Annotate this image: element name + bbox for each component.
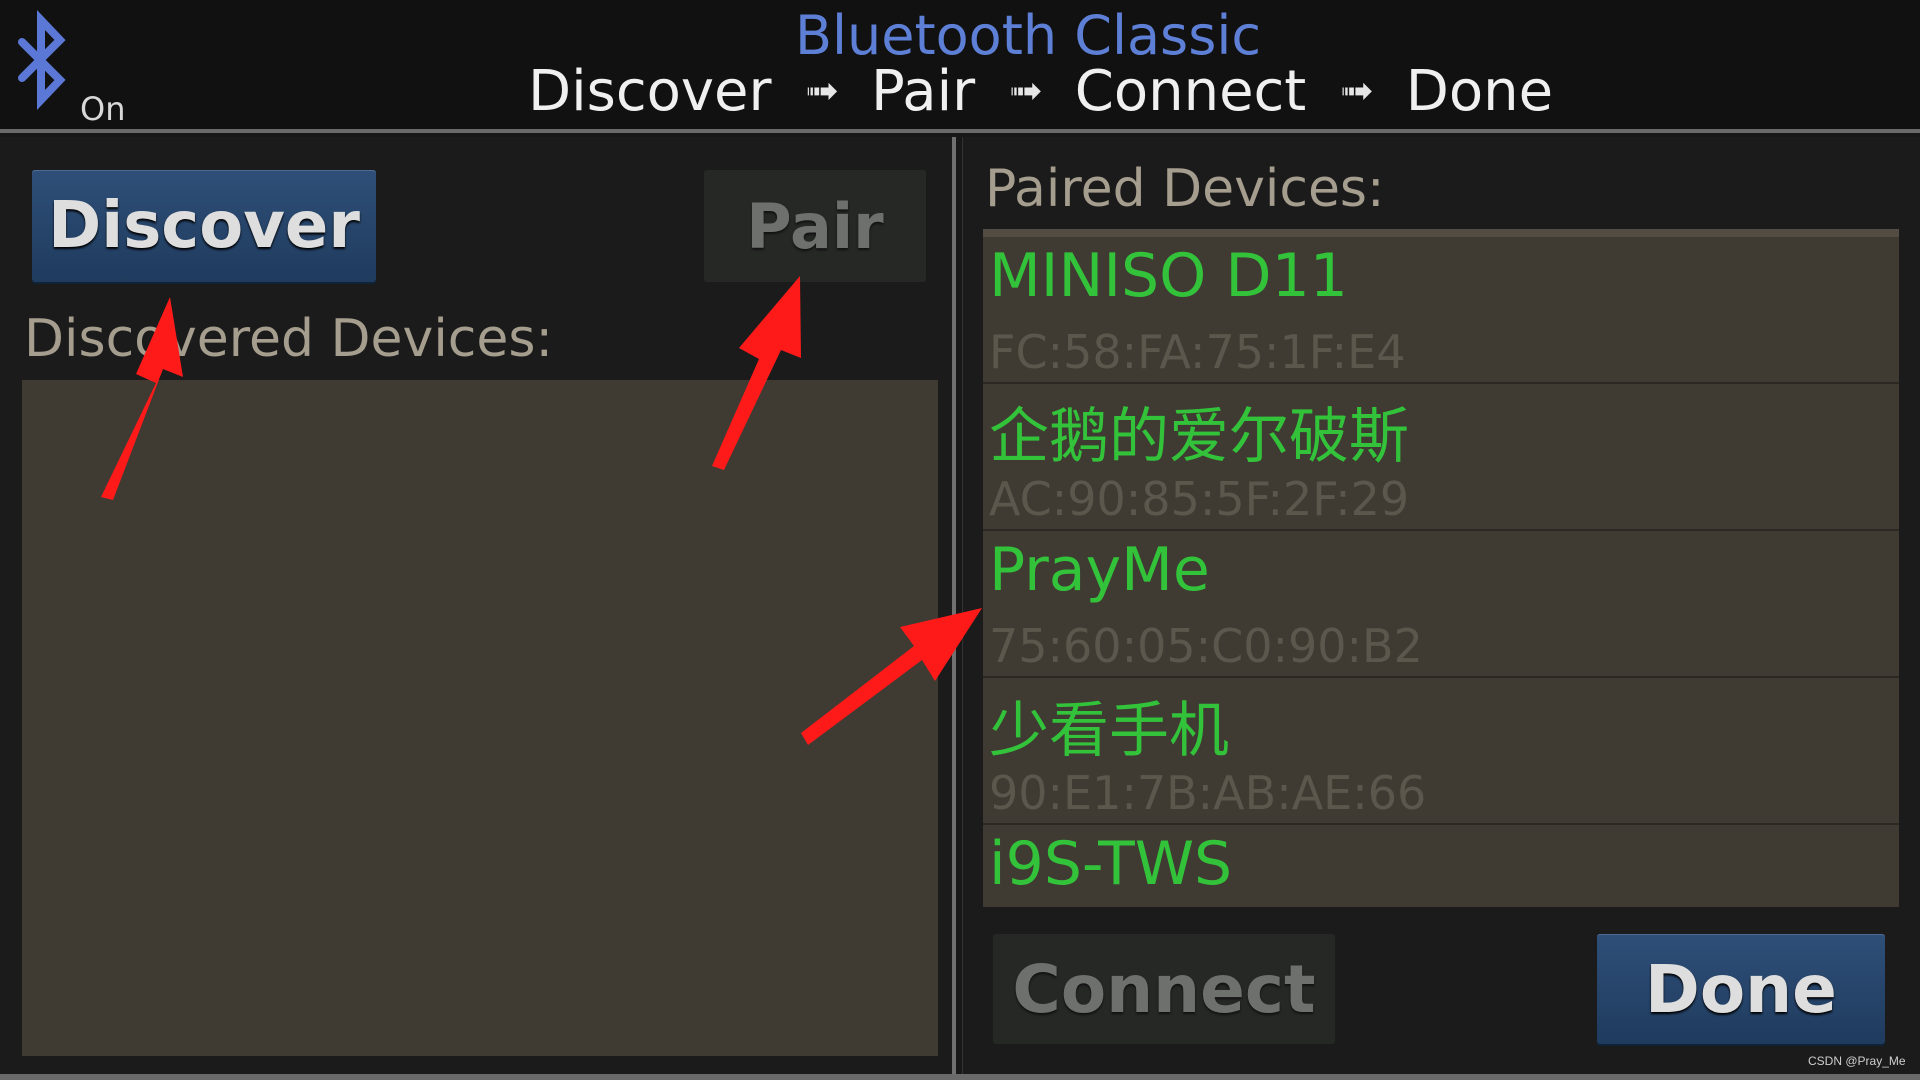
step-done: Done: [1405, 58, 1554, 124]
list-item[interactable]: PrayMe 75:60:05:C0:90:B2: [983, 531, 1899, 678]
connect-button[interactable]: Connect: [993, 934, 1335, 1044]
discover-button[interactable]: Discover: [32, 170, 376, 282]
list-item[interactable]: MINISO D11 FC:58:FA:75:1F:E4: [983, 237, 1899, 384]
discovered-devices-label: Discovered Devices:: [24, 309, 553, 369]
device-address: FC:58:FA:75:1F:E4: [989, 325, 1406, 379]
bottom-divider: [0, 1074, 1920, 1080]
step-discover: Discover: [528, 58, 772, 124]
device-name: PrayMe: [989, 535, 1210, 605]
bluetooth-status: On: [80, 90, 126, 128]
device-name: i9S-TWS: [989, 829, 1233, 899]
device-address: AC:90:85:5F:2F:29: [989, 472, 1410, 526]
list-item[interactable]: 企鹅的爱尔破斯 AC:90:85:5F:2F:29: [983, 384, 1899, 531]
arrow-right-icon: ➟: [1340, 68, 1373, 114]
device-address: 75:60:05:C0:90:B2: [989, 619, 1423, 673]
top-bar: On Bluetooth Classic Discover ➟ Pair ➟ C…: [0, 0, 1920, 133]
done-button[interactable]: Done: [1597, 934, 1885, 1044]
device-name: 企鹅的爱尔破斯: [989, 402, 1409, 472]
list-item[interactable]: 少看手机 90:E1:7B:AB:AE:66: [983, 678, 1899, 825]
step-pair: Pair: [871, 58, 976, 124]
list-item[interactable]: i9S-TWS: [983, 825, 1899, 907]
pair-button[interactable]: Pair: [704, 170, 926, 282]
watermark: CSDN @Pray_Me: [1808, 1054, 1906, 1068]
arrow-right-icon: ➟: [805, 68, 839, 114]
paired-devices-list[interactable]: MINISO D11 FC:58:FA:75:1F:E4 企鹅的爱尔破斯 AC:…: [983, 229, 1899, 907]
device-address: 90:E1:7B:AB:AE:66: [989, 766, 1427, 820]
paired-panel: Paired Devices: MINISO D11 FC:58:FA:75:1…: [962, 137, 1920, 1077]
workflow-steps: Discover ➟ Pair ➟ Connect ➟ Done: [528, 58, 1553, 124]
step-connect: Connect: [1074, 58, 1307, 124]
discover-panel: Discover Pair Discovered Devices:: [0, 137, 956, 1077]
discovered-devices-list[interactable]: [22, 380, 938, 1056]
device-name: 少看手机: [989, 696, 1229, 766]
device-name: MINISO D11: [989, 241, 1348, 311]
paired-devices-label: Paired Devices:: [985, 159, 1385, 219]
arrow-right-icon: ➟: [1009, 68, 1042, 114]
